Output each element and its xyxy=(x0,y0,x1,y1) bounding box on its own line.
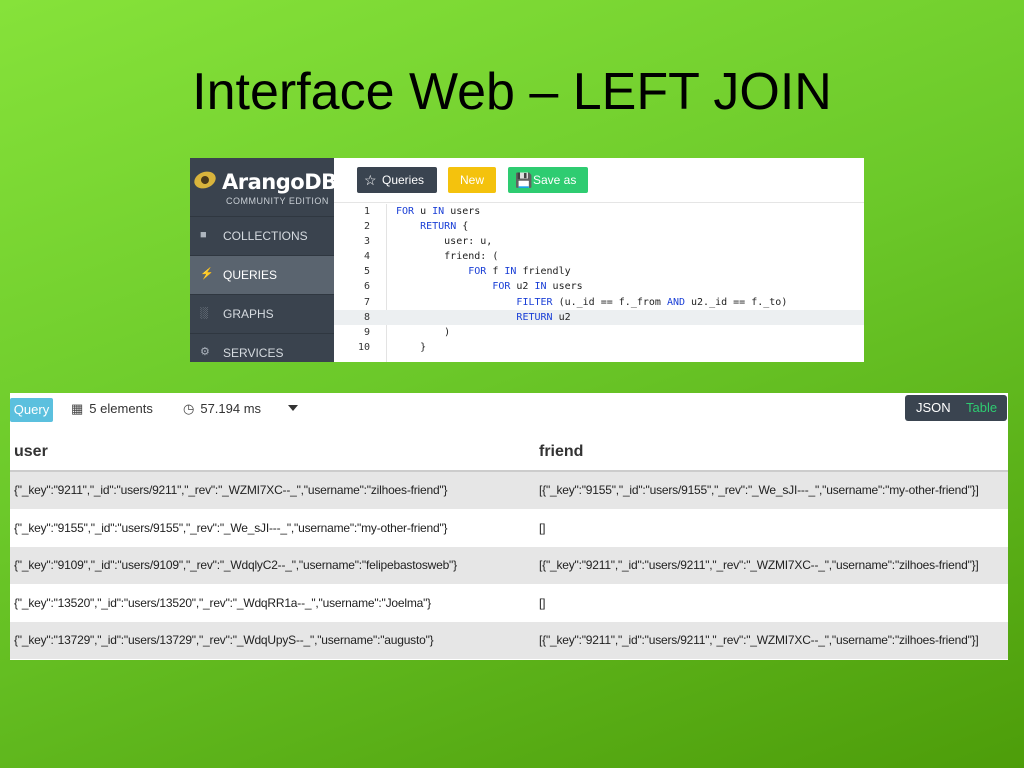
cell-user: {"_key":"9109","_id":"users/9109","_rev"… xyxy=(14,558,457,573)
cell-friend: [{"_key":"9211","_id":"users/9211","_rev… xyxy=(539,633,979,648)
query-tab[interactable]: Query xyxy=(10,398,53,422)
line-number: 2 xyxy=(363,221,370,233)
save-icon: 💾 xyxy=(515,172,533,188)
editor-area: ☆ Queries New 💾 Save as 1 FOR u IN users 2… xyxy=(334,158,864,362)
code-text: FOR u IN users xyxy=(396,206,481,217)
column-header-user[interactable]: user xyxy=(14,443,48,461)
code-text: FILTER (u._id == f._from AND u2._id == f… xyxy=(516,296,788,308)
new-button[interactable]: New xyxy=(448,167,496,193)
sidebar-item-label: SERVICES xyxy=(223,346,284,360)
avocado-logo-icon xyxy=(191,168,219,192)
gears-icon: ⚙ xyxy=(200,346,210,358)
table-row[interactable]: {"_key":"13520","_id":"users/13520","_re… xyxy=(10,585,1008,623)
table-header: user friend xyxy=(10,430,1008,472)
query-code-editor[interactable]: 1 FOR u IN users 2 RETURN {3 user: u, 4 fri… xyxy=(334,204,864,355)
sidebar: ArangoDB COMMUNITY EDITION ■ COLLECTIONS… xyxy=(190,158,337,362)
arango-editor-screenshot: ArangoDB COMMUNITY EDITION ■ COLLECTIONS… xyxy=(190,158,864,362)
elements-count: ▦ 5 elements xyxy=(71,401,153,417)
table-row[interactable]: {"_key":"13729","_id":"users/13729","_re… xyxy=(10,622,1008,660)
code-text: RETURN { xyxy=(420,221,469,233)
line-number: 1 xyxy=(363,206,370,217)
cell-user: {"_key":"13729","_id":"users/13729","_re… xyxy=(14,633,434,648)
bolt-icon: ⚡ xyxy=(200,268,214,280)
cell-user: {"_key":"9155","_id":"users/9155","_rev"… xyxy=(14,520,448,535)
sidebar-item-label: QUERIES xyxy=(223,268,278,282)
elements-count-label: 5 elements xyxy=(89,401,153,416)
column-header-friend[interactable]: friend xyxy=(539,443,583,461)
line-number: 4 xyxy=(363,251,370,263)
sidebar-item-collections[interactable]: ■ COLLECTIONS xyxy=(190,217,334,256)
line-number: 10 xyxy=(357,341,370,353)
code-text: ) xyxy=(396,326,451,338)
table-row[interactable]: {"_key":"9211","_id":"users/9211","_rev"… xyxy=(10,472,1008,510)
code-text: user: u, xyxy=(396,236,493,248)
code-text: FOR u2 IN users xyxy=(492,281,583,293)
code-line[interactable]: 3 user: u, xyxy=(334,234,864,249)
code-line[interactable]: 6 FOR u2 IN users xyxy=(334,279,864,294)
sidebar-item-label: COLLECTIONS xyxy=(223,229,308,243)
line-number: 7 xyxy=(363,296,370,308)
code-line[interactable]: 9 ) xyxy=(334,325,864,340)
cell-friend: [{"_key":"9211","_id":"users/9211","_rev… xyxy=(539,558,979,573)
brand-name: ArangoDB xyxy=(222,170,337,194)
code-line[interactable]: 10 } xyxy=(334,340,864,355)
chart-icon: ░ xyxy=(200,307,208,319)
table-view-button[interactable]: Table xyxy=(966,395,997,421)
sidebar-item-label: GRAPHS xyxy=(223,307,274,321)
code-line[interactable]: 4 friend: ( xyxy=(334,249,864,264)
brand[interactable]: ArangoDB COMMUNITY EDITION xyxy=(190,158,337,217)
query-time: ◷ 57.194 ms xyxy=(183,401,261,417)
save-as-button-label: Save as xyxy=(533,173,577,187)
cell-friend: [] xyxy=(539,520,546,535)
star-icon: ☆ xyxy=(364,172,377,188)
results-table: user friend {"_key":"9211","_id":"users/… xyxy=(10,430,1008,660)
code-line[interactable]: 7 FILTER (u._id == f._from AND u2._id ==… xyxy=(334,295,864,310)
queries-button[interactable]: ☆ Queries xyxy=(357,167,437,193)
results-screenshot: Query ▦ 5 elements ◷ 57.194 ms JSON Table … xyxy=(10,393,1008,660)
editor-toolbar: ☆ Queries New 💾 Save as xyxy=(334,158,864,203)
table-row[interactable]: {"_key":"9155","_id":"users/9155","_rev"… xyxy=(10,510,1008,548)
code-text: FOR f IN friendly xyxy=(468,266,571,278)
slide-title: Interface Web – LEFT JOIN xyxy=(192,63,832,121)
sidebar-item-queries[interactable]: ⚡ QUERIES xyxy=(190,256,334,295)
save-as-button[interactable]: 💾 Save as xyxy=(508,167,588,193)
code-text: friend: ( xyxy=(396,251,499,263)
line-number: 5 xyxy=(363,266,370,278)
code-line[interactable]: 5 FOR f IN friendly xyxy=(334,264,864,279)
line-number: 9 xyxy=(363,326,370,338)
code-line[interactable]: 2 RETURN { xyxy=(334,219,864,234)
line-number: 3 xyxy=(363,236,370,248)
folder-icon: ■ xyxy=(200,229,207,241)
new-button-label: New xyxy=(459,173,484,187)
queries-button-label: Queries xyxy=(382,173,425,187)
json-view-button[interactable]: JSON xyxy=(916,395,951,421)
table-body: {"_key":"9211","_id":"users/9211","_rev"… xyxy=(10,472,1008,660)
code-line[interactable]: 1 FOR u IN users xyxy=(334,204,864,219)
cell-friend: [] xyxy=(539,595,546,610)
code-text: } xyxy=(396,341,427,353)
brand-edition: COMMUNITY EDITION xyxy=(226,196,329,206)
cell-user: {"_key":"9211","_id":"users/9211","_rev"… xyxy=(14,483,448,497)
code-text: RETURN u2 xyxy=(516,311,571,323)
cell-friend: [{"_key":"9155","_id":"users/9155","_rev… xyxy=(539,483,979,497)
clock-icon: ◷ xyxy=(183,401,195,416)
sidebar-item-services[interactable]: ⚙ SERVICES xyxy=(190,334,334,362)
sidebar-item-graphs[interactable]: ░ GRAPHS xyxy=(190,295,334,334)
line-number: 8 xyxy=(363,311,370,323)
code-line[interactable]: 8 RETURN u2 xyxy=(334,309,864,325)
cell-user: {"_key":"13520","_id":"users/13520","_re… xyxy=(14,595,431,610)
chevron-down-icon[interactable] xyxy=(288,405,298,411)
results-toolbar: Query ▦ 5 elements ◷ 57.194 ms JSON Table xyxy=(10,393,1008,426)
line-number: 6 xyxy=(363,281,370,293)
calculator-icon: ▦ xyxy=(71,401,84,416)
query-time-label: 57.194 ms xyxy=(200,401,262,416)
view-toggle: JSON Table xyxy=(905,395,1007,421)
table-row[interactable]: {"_key":"9109","_id":"users/9109","_rev"… xyxy=(10,547,1008,585)
